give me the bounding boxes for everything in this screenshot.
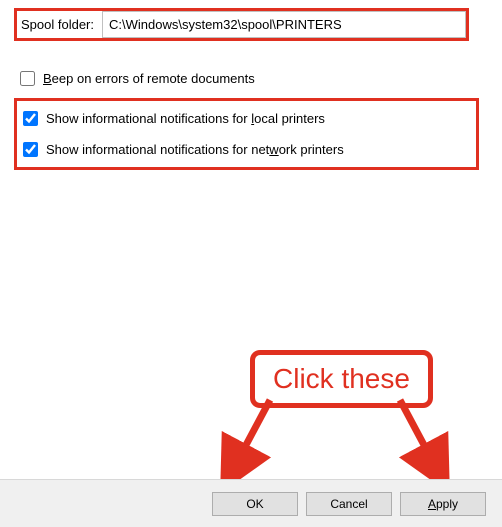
beep-label: Beep on errors of remote documents <box>43 71 255 86</box>
spool-folder-label: Spool folder: <box>17 11 102 38</box>
ok-button[interactable]: OK <box>212 492 298 516</box>
spool-folder-input[interactable] <box>102 11 466 38</box>
apply-button[interactable]: Apply <box>400 492 486 516</box>
cancel-button[interactable]: Cancel <box>306 492 392 516</box>
network-notifications-row[interactable]: Show informational notifications for net… <box>17 134 476 165</box>
beep-checkbox[interactable] <box>20 71 35 86</box>
local-notifications-row[interactable]: Show informational notifications for loc… <box>17 103 476 134</box>
local-notifications-checkbox[interactable] <box>23 111 38 126</box>
notification-highlight-box: Show informational notifications for loc… <box>14 98 479 170</box>
annotation-callout: Click these <box>250 350 433 408</box>
beep-checkbox-row[interactable]: Beep on errors of remote documents <box>14 65 488 92</box>
local-notifications-label: Show informational notifications for loc… <box>46 111 325 126</box>
arrow-to-apply-icon <box>385 395 465 490</box>
network-notifications-label: Show informational notifications for net… <box>46 142 344 157</box>
spool-folder-row: Spool folder: <box>14 8 469 41</box>
dialog-button-bar: OK Cancel Apply <box>0 479 502 527</box>
network-notifications-checkbox[interactable] <box>23 142 38 157</box>
arrow-to-ok-icon <box>215 395 295 490</box>
